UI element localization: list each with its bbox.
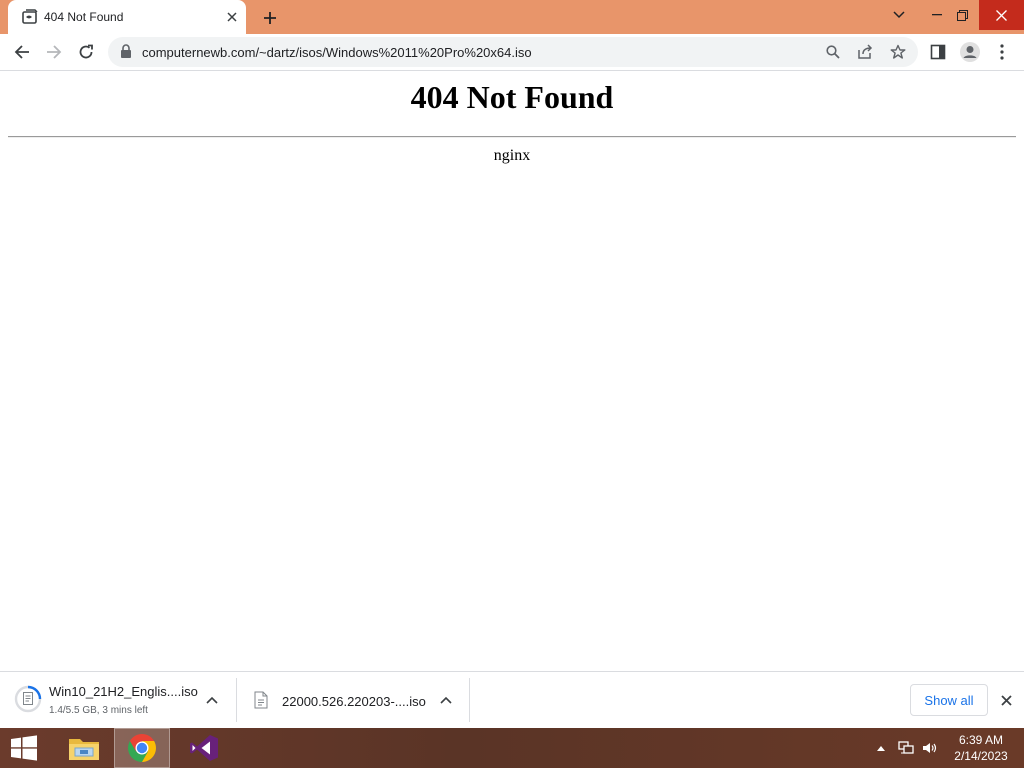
show-hidden-icons-icon[interactable] [872,739,890,757]
tab-search-icon[interactable] [884,0,914,30]
new-tab-button[interactable] [258,6,282,30]
download-progress-icon [14,685,42,713]
page-heading: 404 Not Found [410,79,614,115]
taskbar-clock[interactable]: 6:39 AM 2/14/2023 [946,732,1016,764]
visual-studio-icon[interactable] [176,728,232,768]
address-bar[interactable]: computernewb.com/~dartz/isos/Windows%201… [108,37,918,67]
download-item[interactable]: Win10_21H2_Englis....iso 1.4/5.5 GB, 3 m… [0,672,236,729]
url-text[interactable]: computernewb.com/~dartz/isos/Windows%201… [142,45,532,60]
bookmark-star-icon[interactable] [886,40,910,64]
tab-title: 404 Not Found [44,10,124,24]
download-options-chevron-icon[interactable] [202,690,222,710]
share-icon[interactable] [853,40,877,64]
browser-tab[interactable]: 404 Not Found [8,0,246,34]
download-status: 1.4/5.5 GB, 3 mins left [49,705,148,716]
divider [8,136,1016,138]
network-icon[interactable] [897,739,915,757]
profile-avatar-icon[interactable] [956,38,984,66]
nginx-favicon-icon [21,8,39,26]
side-panel-icon[interactable] [924,38,952,66]
google-chrome-taskbar-icon[interactable] [114,728,170,768]
download-separator [469,678,470,722]
show-all-downloads-button[interactable]: Show all [910,684,988,716]
taskbar: 6:39 AM 2/14/2023 [0,728,1024,768]
download-filename: 22000.526.220203-....iso [282,694,426,709]
clock-time: 6:39 AM [958,733,1004,747]
page-content: 404 Not Found nginx [0,71,1024,671]
download-item[interactable]: 22000.526.220203-....iso [237,672,469,729]
download-filename: Win10_21H2_Englis....iso [49,684,198,699]
volume-icon[interactable] [921,739,939,757]
server-name: nginx [493,147,531,164]
close-download-shelf-icon[interactable] [997,691,1015,709]
title-bar: 404 Not Found [0,0,1024,34]
download-shelf: Win10_21H2_Englis....iso 1.4/5.5 GB, 3 m… [0,671,1024,728]
file-icon [254,691,268,709]
zoom-search-icon[interactable] [821,40,845,64]
restore-button[interactable] [947,0,977,30]
download-options-chevron-icon[interactable] [436,690,456,710]
clock-date: 2/14/2023 [954,749,1008,763]
tab-close-icon[interactable] [224,9,240,25]
windows-start-icon[interactable] [0,728,48,768]
browser-menu-icon[interactable] [988,38,1016,66]
back-button[interactable] [8,38,36,66]
file-explorer-icon[interactable] [56,728,112,768]
reload-button[interactable] [72,38,100,66]
forward-button[interactable] [40,38,68,66]
browser-toolbar: computernewb.com/~dartz/isos/Windows%201… [0,34,1024,71]
window-close-button[interactable] [979,0,1024,30]
lock-icon[interactable] [120,44,134,60]
